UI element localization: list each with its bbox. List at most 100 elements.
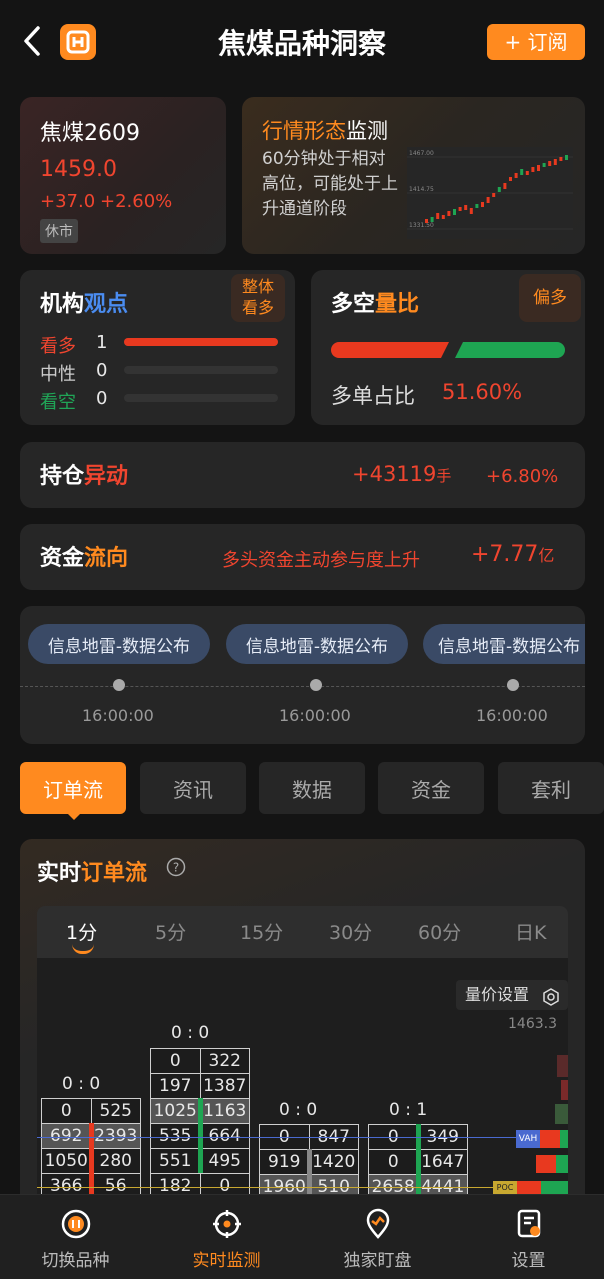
nav-realtime-monitor[interactable]: 实时监测 [151,1196,302,1279]
timeframe-60m[interactable]: 60分 [418,918,461,945]
mini-candle [514,173,518,178]
funds-title-a: 资金 [40,546,85,571]
profile-bar [540,1130,560,1148]
longshort-badge: 偏多 [519,274,581,322]
event-pill[interactable]: 信息地雷-数据公布 [28,624,210,664]
funds-card[interactable]: 资金流向 多头资金主动参与度上升 +7.77亿 [20,524,585,590]
short-ratio-bar [455,342,565,358]
longshort-title: 多空量比 [331,286,419,318]
views-bull-bar [124,338,278,346]
profile-bar [560,1130,568,1148]
views-row-neutral-label: 中性 [40,364,76,385]
views-title-a: 机构 [40,292,85,317]
timeframe-30m[interactable]: 30分 [329,918,372,945]
views-row-bear-label: 看空 [40,392,76,413]
views-card[interactable]: 机构观点 整体看多 看多 1 中性 0 看空 0 [20,270,295,425]
position-value-num: +43119 [352,462,437,486]
mini-candle [537,165,540,171]
mini-candle [481,202,484,207]
switch-instrument-icon [60,1208,92,1240]
timeframe-15m[interactable]: 15分 [240,918,283,945]
position-value: +43119手 [352,462,451,486]
nav-label: 实时监测 [192,1251,261,1271]
event-pill[interactable]: 信息地雷-数据公布 [226,624,408,664]
event-dot [113,679,125,691]
event-dot [507,679,519,691]
ask-vol: 2393 [91,1124,140,1148]
mini-candle [565,155,568,160]
nav-exclusive-watch[interactable]: 独家盯盘 [302,1196,453,1279]
tab-arbitrage[interactable]: 套利 [498,762,604,814]
mini-candle [548,161,552,166]
bid-vol: 692 [42,1124,92,1148]
top-price-label: 1463.3 [508,1016,557,1032]
profile-bar [517,1181,541,1195]
funds-desc: 多头资金主动参与度上升 [222,550,420,571]
longshort-card[interactable]: 多空量比 偏多 多单占比 51.60% [311,270,585,425]
tab-orderflow[interactable]: 订单流 [20,762,126,814]
mini-candle [497,187,501,192]
profile-bar [556,1155,568,1173]
funds-unit: 亿 [538,546,555,565]
views-neutral-bar-track [124,366,278,374]
help-icon[interactable]: ? [166,857,186,877]
mini-candle [436,213,440,219]
settings-label: 量价设置 [465,985,530,1004]
quote-card[interactable]: 焦煤2609 1459.0 +37.0 +2.60% 休市 [20,97,226,254]
mini-candle [542,163,546,167]
pattern-title-b: 监测 [346,119,388,143]
candle-body-2 [198,1098,203,1173]
bid-vol: 197 [151,1074,201,1098]
mini-candle [531,167,535,172]
tab-data[interactable]: 数据 [259,762,365,814]
long-ratio-label: 多单占比 [331,384,415,408]
timeframe-1m[interactable]: 1分 [66,918,97,945]
mini-candle [475,204,479,208]
timeframe-daily[interactable]: 日K [515,918,546,945]
views-row-bull-count: 1 [96,332,108,353]
bid-vol: 535 [151,1124,201,1148]
tab-news[interactable]: 资讯 [140,762,246,814]
bid-vol: 0 [42,1099,92,1123]
vah-label: VAH [516,1130,540,1148]
event-time: 16:00:00 [82,706,154,725]
views-bear-bar-track [124,394,278,402]
long-ratio-bar [331,342,449,358]
position-unit: 手 [436,467,452,485]
position-title-a: 持仓 [40,464,85,489]
nav-settings[interactable]: 设置 [453,1196,604,1279]
views-row-bear-count: 0 [96,388,108,409]
settings-doc-icon [513,1208,545,1240]
column-ratio: 0 : 1 [389,1100,428,1120]
funds-title: 资金流向 [40,540,128,572]
mini-candle [525,171,529,175]
longshort-title-a: 多空 [331,292,376,317]
subscribe-button[interactable]: + 订阅 [487,24,585,60]
timeline-line [20,686,585,687]
bid-vol: 0 [369,1150,419,1174]
views-row-bull-label: 看多 [40,336,76,357]
bid-vol: 1025 [151,1099,201,1123]
views-badge: 整体看多 [231,274,285,322]
volume-price-settings-button[interactable]: 量价设置 [456,980,568,1010]
tab-funds[interactable]: 资金 [378,762,484,814]
event-time: 16:00:00 [279,706,351,725]
ask-vol: 525 [99,1101,132,1121]
mini-candle [464,205,468,210]
column-ratio: 0 : 0 [171,1023,210,1043]
mini-candle [509,177,512,181]
funds-title-b: 流向 [84,546,129,571]
last-price: 1459.0 [40,157,117,182]
mini-candle [492,193,496,197]
ask-vol: 1647 [421,1152,465,1172]
profile-bar [557,1055,568,1077]
nav-label: 设置 [511,1251,546,1271]
timeframe-5m[interactable]: 5分 [155,918,186,945]
map-pin-icon [362,1208,394,1240]
nav-switch-instrument[interactable]: 切换品种 [0,1196,151,1279]
event-pill[interactable]: 信息地雷-数据公布 [423,624,585,664]
pattern-card[interactable]: 行情形态监测 60分钟处于相对高位，可能处于上升通道阶段 1467.00 141… [242,97,585,254]
top-bar: 焦煤品种洞察 + 订阅 [0,0,604,80]
position-card[interactable]: 持仓异动 +43119手 +6.80% [20,442,585,508]
column-ratio: 0 : 0 [62,1074,101,1094]
